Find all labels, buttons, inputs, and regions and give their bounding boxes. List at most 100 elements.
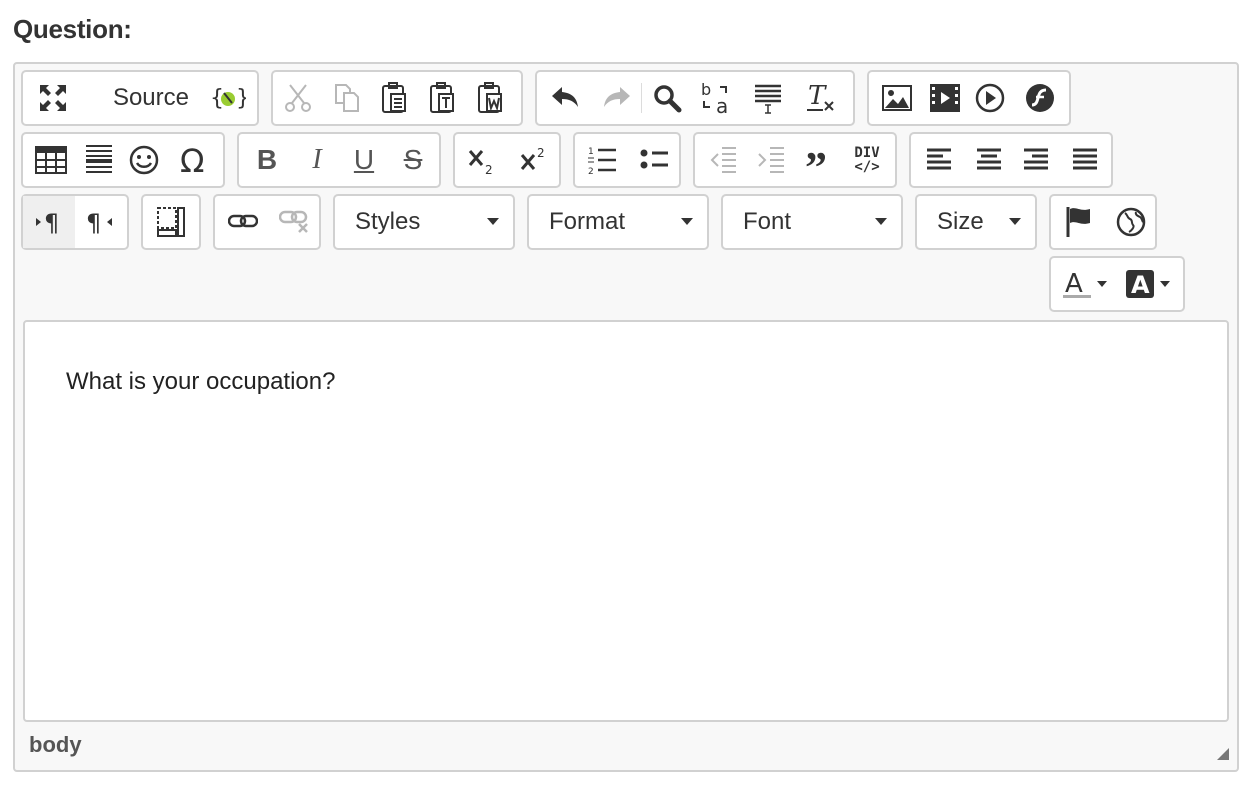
rtl-icon: ¶ <box>84 208 114 236</box>
svg-text:2: 2 <box>588 167 594 175</box>
toolbar-group-lists: 12 <box>573 132 681 188</box>
format-label: Format <box>549 208 626 235</box>
cut-button[interactable] <box>273 72 323 124</box>
image-button[interactable] <box>869 72 925 124</box>
italic-icon: I <box>312 144 322 175</box>
align-left-button[interactable] <box>911 134 967 186</box>
bold-button[interactable]: B <box>239 134 295 186</box>
paste-icon <box>381 82 409 114</box>
smiley-button[interactable] <box>119 134 169 186</box>
resize-handle-icon[interactable] <box>1217 748 1229 760</box>
bulleted-list-button[interactable] <box>631 134 679 186</box>
toolbar-group-links <box>213 194 321 250</box>
content-paragraph[interactable]: What is your occupation? <box>66 368 335 396</box>
image-icon <box>882 85 912 111</box>
horizontal-rule-icon <box>85 144 113 176</box>
unlink-button[interactable] <box>271 196 319 248</box>
styles-label: Styles <box>355 208 421 235</box>
show-blocks-button[interactable] <box>143 196 199 248</box>
subscript-button[interactable]: 2 <box>455 134 511 186</box>
table-button[interactable] <box>23 134 79 186</box>
text-color-button[interactable]: A <box>1051 258 1117 310</box>
size-dropdown[interactable]: Size <box>915 194 1037 250</box>
paste-word-button[interactable] <box>467 72 515 124</box>
paste-word-icon <box>477 82 505 114</box>
paste-text-button[interactable] <box>419 72 467 124</box>
replace-icon: ba <box>700 81 732 115</box>
ltr-button[interactable]: ¶ <box>23 196 75 248</box>
svg-text:¶: ¶ <box>86 209 101 236</box>
indent-button[interactable] <box>751 134 791 186</box>
bg-color-icon: A <box>1125 269 1155 299</box>
strike-icon: S <box>403 144 423 175</box>
bg-color-button[interactable]: A <box>1117 258 1177 310</box>
format-dropdown[interactable]: Format <box>527 194 709 250</box>
svg-text:b: b <box>701 81 711 99</box>
special-char-button[interactable]: Ω <box>169 134 219 186</box>
svg-text:2: 2 <box>537 146 545 160</box>
bulleted-list-icon <box>640 145 670 175</box>
styles-dropdown[interactable]: Styles <box>333 194 515 250</box>
svg-text:a: a <box>716 94 728 115</box>
toolbar-group-blocks: ” DIV </> <box>693 132 897 190</box>
italic-button[interactable]: I <box>295 134 339 186</box>
font-dropdown[interactable]: Font <box>721 194 903 250</box>
horizontal-rule-button[interactable] <box>79 134 119 186</box>
text-color-icon: A <box>1062 268 1092 300</box>
superscript-button[interactable]: 2 <box>511 134 559 186</box>
svg-text:A: A <box>1065 269 1083 299</box>
svg-text:1: 1 <box>588 147 594 157</box>
table-icon <box>35 146 67 174</box>
source-button[interactable]: Source <box>83 72 203 124</box>
rtl-button[interactable]: ¶ <box>75 196 123 248</box>
subscript-icon: 2 <box>468 145 498 175</box>
align-center-icon <box>975 147 1003 173</box>
blockquote-button[interactable]: ” <box>791 134 841 190</box>
div-icon: DIV <box>854 145 880 161</box>
sourcedialog-button[interactable]: {} <box>203 72 253 124</box>
copy-button[interactable] <box>323 72 371 124</box>
embed-button[interactable] <box>965 72 1015 124</box>
align-right-button[interactable] <box>1011 134 1061 186</box>
language-icon <box>1116 207 1146 237</box>
paste-text-icon <box>429 82 457 114</box>
outdent-button[interactable] <box>695 134 751 186</box>
chevron-down-icon <box>487 218 499 225</box>
justify-button[interactable] <box>1061 134 1109 186</box>
question-label: Question: <box>13 14 132 44</box>
link-button[interactable] <box>215 196 271 248</box>
strike-button[interactable]: S <box>389 134 437 186</box>
redo-button[interactable] <box>593 72 641 124</box>
find-button[interactable] <box>642 72 692 124</box>
maximize-button[interactable] <box>23 72 83 124</box>
video-button[interactable] <box>925 72 965 124</box>
toolbar-group-editing: ba T <box>535 70 855 126</box>
flash-button[interactable] <box>1015 72 1065 124</box>
superscript-icon: 2 <box>520 145 550 175</box>
numbered-list-button[interactable]: 12 <box>575 134 631 186</box>
div-button[interactable]: DIV </> <box>841 134 893 186</box>
toolbar-group-anchor-language <box>1049 194 1157 250</box>
chevron-down-icon <box>1009 218 1021 225</box>
element-path[interactable]: body <box>29 732 82 758</box>
language-button[interactable] <box>1107 196 1155 248</box>
anchor-button[interactable] <box>1051 196 1107 248</box>
chevron-down-icon <box>875 218 887 225</box>
source-label: Source <box>112 84 189 111</box>
paste-button[interactable] <box>371 72 419 124</box>
svg-text:Ω: Ω <box>180 145 204 175</box>
editor-statusbar: body <box>15 724 1237 770</box>
svg-text:2: 2 <box>485 163 493 175</box>
editor-content-area[interactable]: What is your occupation? <box>23 320 1229 722</box>
underline-button[interactable]: U <box>339 134 389 186</box>
chevron-down-icon <box>1159 281 1170 287</box>
remove-format-button[interactable]: T <box>796 72 846 124</box>
select-all-button[interactable] <box>740 72 796 124</box>
svg-text:A: A <box>1131 271 1150 299</box>
align-center-button[interactable] <box>967 134 1011 186</box>
numbered-list-icon: 12 <box>588 145 618 175</box>
replace-button[interactable]: ba <box>692 72 740 124</box>
svg-text:¶: ¶ <box>44 209 59 236</box>
undo-button[interactable] <box>537 72 593 124</box>
cut-icon <box>284 83 312 113</box>
